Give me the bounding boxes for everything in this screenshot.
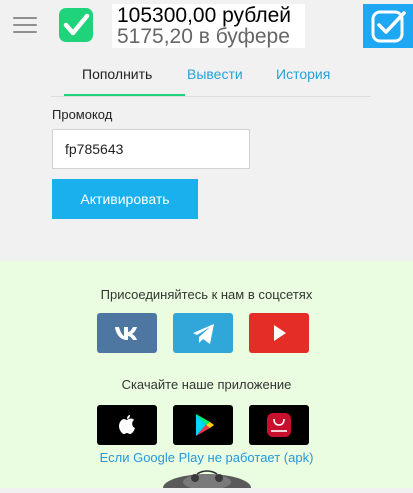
telegram-icon	[193, 324, 214, 344]
tabs-bar: Пополнить Вывести История	[51, 52, 371, 97]
balance-amount: 105300,00 рублей	[117, 4, 292, 27]
vk-icon	[115, 327, 137, 340]
social-title: Присоединяйтесь к нам в соцсетях	[100, 287, 313, 302]
menu-icon[interactable]	[13, 13, 37, 37]
footer: Присоединяйтесь к нам в соцсетях Скачайт…	[0, 261, 413, 493]
apk-download-link[interactable]: Если Google Play не работает (apk)	[0, 450, 413, 465]
google-play-button[interactable]	[173, 405, 233, 445]
tab-deposit[interactable]: Пополнить	[82, 66, 152, 82]
activate-button[interactable]: Активировать	[52, 179, 198, 219]
promo-label: Промокод	[52, 107, 113, 122]
telegram-button[interactable]	[173, 313, 233, 353]
top-bar: 105300,00 рублей 5175,20 в буфере	[0, 0, 413, 52]
huawei-appgallery-icon	[267, 413, 291, 437]
apple-icon	[119, 415, 135, 434]
app-download-title: Скачайте наше приложение	[121, 377, 292, 392]
balance-display: 105300,00 рублей 5175,20 в буфере	[112, 4, 305, 48]
mascot-image	[157, 468, 257, 493]
active-tab-indicator	[64, 94, 185, 96]
tab-withdraw[interactable]: Вывести	[187, 66, 243, 82]
youtube-icon	[274, 325, 286, 341]
app-store-button[interactable]	[97, 405, 157, 445]
google-play-icon	[196, 414, 214, 436]
promo-code-input[interactable]	[52, 129, 250, 169]
tab-history[interactable]: История	[276, 66, 330, 82]
logo-checkmark-icon[interactable]	[59, 8, 93, 42]
huawei-appgallery-button[interactable]	[249, 405, 309, 445]
youtube-button[interactable]	[249, 313, 309, 353]
tasks-checkmark-icon[interactable]	[363, 4, 413, 48]
vk-button[interactable]	[97, 313, 157, 353]
buffer-amount: 5175,20 в буфере	[117, 25, 290, 48]
